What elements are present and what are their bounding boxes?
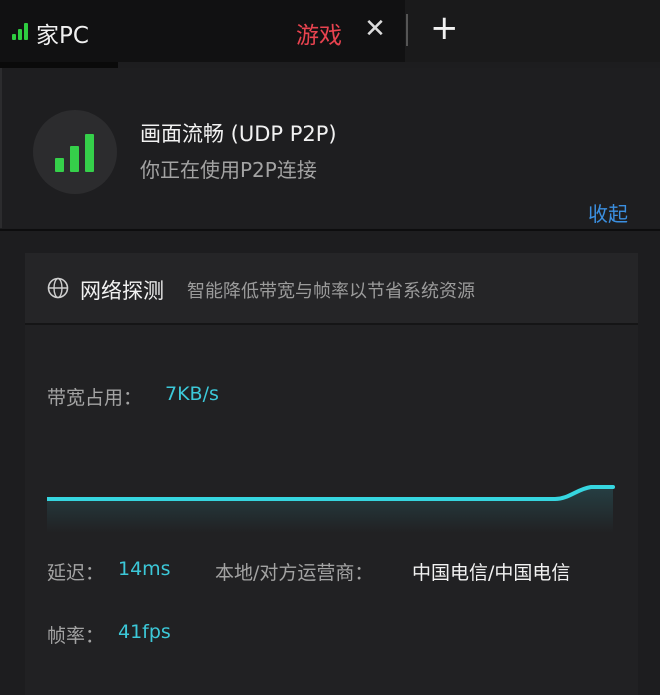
panel-edge (0, 68, 2, 228)
collapse-link[interactable]: 收起 (588, 198, 628, 227)
network-probe-card: 网络探测 智能降低带宽与帧率以节省系统资源 带宽占用： 7KB/s 延迟： 14… (25, 253, 638, 695)
probe-header: 网络探测 智能降低带宽与帧率以节省系统资源 (25, 253, 638, 323)
isp-label: 本地/对方运营商： (215, 562, 374, 584)
signal-strength-icon (33, 110, 117, 194)
divider (0, 229, 660, 231)
tab-separator (406, 14, 408, 46)
tab-game-label[interactable]: 游戏 (296, 16, 342, 50)
probe-description: 智能降低带宽与帧率以节省系统资源 (187, 281, 475, 302)
bandwidth-area (47, 487, 613, 533)
bandwidth-graph (47, 485, 615, 533)
connection-status-panel: 画面流畅 (UDP P2P) 你正在使用P2P连接 收起 (0, 68, 660, 228)
close-icon[interactable]: ✕ (364, 14, 386, 44)
add-tab-icon[interactable]: + (430, 8, 459, 48)
bandwidth-label: 带宽占用： (47, 387, 143, 409)
latency-value: 14ms (118, 558, 171, 580)
tab-title: 家PC (36, 23, 89, 49)
isp-value: 中国电信/中国电信 (412, 562, 571, 584)
connection-status-title: 画面流畅 (UDP P2P) (140, 122, 337, 146)
tab-bar: 家PC 游戏 ✕ + (0, 0, 660, 62)
probe-divider (25, 323, 638, 325)
latency-label: 延迟： (47, 562, 105, 584)
fps-label: 帧率： (47, 625, 105, 647)
probe-title: 网络探测 (80, 279, 164, 303)
connection-status-subtitle: 你正在使用P2P连接 (140, 158, 317, 182)
bandwidth-line (47, 485, 615, 501)
bandwidth-value: 7KB/s (165, 383, 219, 405)
globe-icon (47, 277, 69, 299)
fps-value: 41fps (118, 621, 171, 643)
tab-home-pc[interactable]: 家PC 游戏 ✕ (0, 0, 405, 62)
signal-icon (12, 22, 32, 40)
